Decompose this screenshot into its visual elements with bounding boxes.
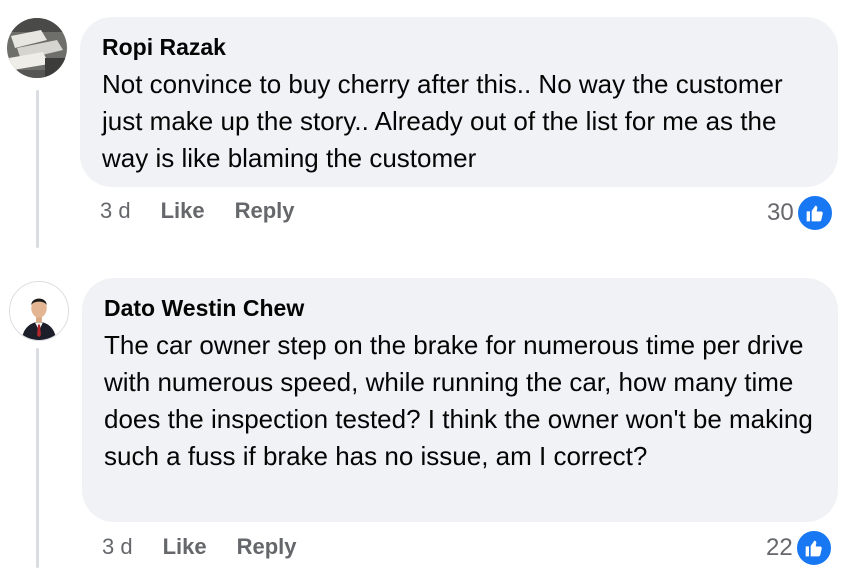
reply-button[interactable]: Reply — [237, 534, 297, 560]
comment-text: Not convince to buy cherry after this.. … — [102, 69, 783, 173]
avatar[interactable] — [9, 281, 69, 341]
reaction-count: 22 — [766, 534, 793, 561]
avatar-image — [7, 18, 67, 78]
reaction-summary[interactable]: 22 — [766, 529, 833, 567]
comment-text: The car owner step on the brake for nume… — [104, 330, 813, 471]
comment-timestamp[interactable]: 3 d — [100, 198, 131, 224]
reply-button[interactable]: Reply — [235, 198, 295, 224]
comment-bubble: Dato Westin Chew The car owner step on t… — [82, 278, 838, 522]
avatar-image — [10, 282, 68, 340]
comment-timestamp[interactable]: 3 d — [102, 534, 133, 560]
comment-author[interactable]: Ropi Razak — [102, 33, 816, 61]
thread-line — [36, 90, 39, 248]
reaction-count: 30 — [767, 199, 794, 226]
avatar[interactable] — [7, 18, 67, 78]
reaction-summary[interactable]: 30 — [767, 194, 834, 232]
like-button[interactable]: Like — [163, 534, 207, 560]
thumbs-up-icon — [794, 529, 833, 567]
thumbs-up-icon — [795, 194, 834, 232]
comment-bubble: Ropi Razak Not convince to buy cherry af… — [80, 17, 838, 187]
comment-actions: 3 d Like Reply — [100, 198, 325, 224]
thread-line — [36, 348, 39, 568]
comment-actions: 3 d Like Reply — [102, 534, 327, 560]
like-button[interactable]: Like — [161, 198, 205, 224]
comment-author[interactable]: Dato Westin Chew — [104, 294, 816, 322]
